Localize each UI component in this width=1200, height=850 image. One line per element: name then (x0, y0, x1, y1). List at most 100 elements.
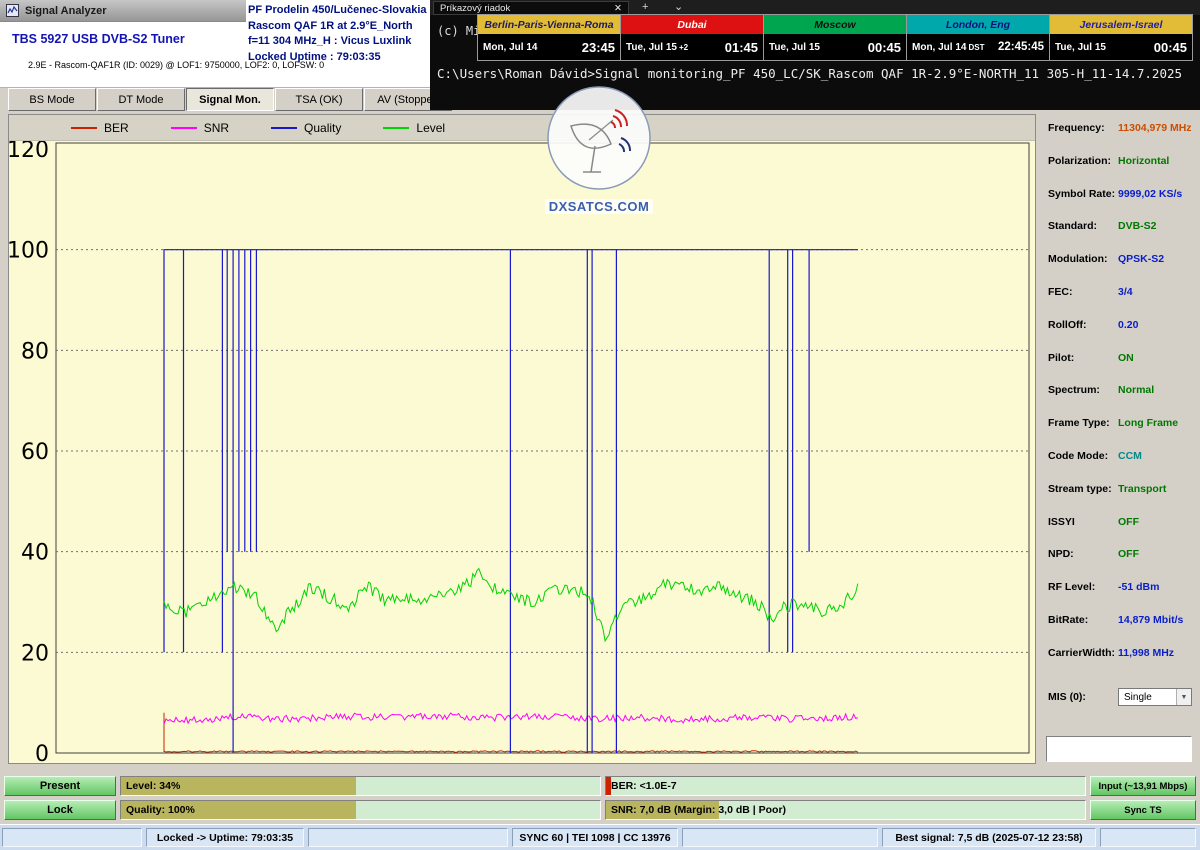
mis-row: MIS (0): Single ▼ (1048, 688, 1192, 706)
new-tab-icon[interactable]: + (642, 0, 648, 15)
footer-best-signal: Best signal: 7,5 dB (2025-07-12 23:58) (882, 828, 1096, 847)
param-row-issyi: ISSYIOFF (1040, 516, 1198, 549)
console-command-line[interactable]: C:\Users\Roman Dávid>Signal monitoring_P… (437, 66, 1182, 81)
clock-time: 01:45 (725, 40, 758, 55)
legend-label: Level (416, 121, 445, 135)
param-label: BitRate: (1048, 614, 1118, 647)
tab-signal-mon[interactable]: Signal Mon. (186, 88, 274, 111)
param-row-stream-type: Stream type:Transport (1040, 483, 1198, 516)
param-value: OFF (1118, 548, 1139, 581)
clock-london-eng: London, EngMon, Jul 14DST22:45:45 (906, 14, 1050, 61)
param-label: CarrierWidth: (1048, 647, 1118, 680)
mis-select[interactable]: Single ▼ (1118, 688, 1192, 706)
clock-date: Tue, Jul 15 (1055, 42, 1106, 53)
app-titlebar: Signal Analyzer (0, 0, 246, 22)
app-icon (6, 4, 19, 17)
tab-tsa-ok[interactable]: TSA (OK) (275, 88, 363, 111)
tab-dt-mode[interactable]: DT Mode (97, 88, 185, 111)
clock-city: London, Eng (907, 15, 1049, 34)
svg-text:40: 40 (21, 541, 49, 566)
signal-chart: 020406080100120 (9, 141, 1035, 763)
param-value: 3/4 (1118, 286, 1133, 319)
clock-berlin-paris-vienna-roma: Berlin-Paris-Vienna-RomaMon, Jul 1423:45 (477, 14, 621, 61)
chevron-down-icon[interactable]: ⌄ (674, 0, 683, 15)
tuner-name: TBS 5927 USB DVB-S2 Tuner (12, 32, 185, 46)
param-row-standard: Standard:DVB-S2 (1040, 220, 1198, 253)
level-label: Level: 34% (126, 780, 180, 792)
legend-item-ber: BER (71, 121, 129, 135)
mis-label: MIS (0): (1048, 691, 1118, 703)
clock-time: 00:45 (1154, 40, 1187, 55)
clock-body: Mon, Jul 1423:45 (478, 34, 620, 60)
param-row-modulation: Modulation:QPSK-S2 (1040, 253, 1198, 286)
param-value: DVB-S2 (1118, 220, 1157, 253)
footer-empty-cell (1100, 828, 1196, 847)
param-label: RollOff: (1048, 319, 1118, 352)
chart-legend: BERSNRQualityLevel (9, 115, 1035, 141)
param-value: Transport (1118, 483, 1166, 516)
footer-empty-cell (308, 828, 508, 847)
clock-city: Jerusalem-Israel (1050, 15, 1192, 34)
clock-body: Tue, Jul 15+2 01:45 (621, 34, 763, 60)
param-row-rolloff: RollOff:0.20 (1040, 319, 1198, 352)
clock-city: Dubai (621, 15, 763, 34)
clock-badge: +2 (679, 43, 688, 52)
clock-time: 22:45:45 (998, 41, 1044, 53)
param-row-code-mode: Code Mode:CCM (1040, 450, 1198, 483)
clock-moscow: MoscowTue, Jul 1500:45 (763, 14, 907, 61)
console-partial-text: (c) Mi (437, 24, 480, 38)
param-value: OFF (1118, 516, 1139, 549)
footer-statusbar: Locked -> Uptime: 79:03:35 SYNC 60 | TEI… (0, 824, 1200, 850)
signal-chart-panel: BERSNRQualityLevel 020406080100120 (8, 114, 1036, 764)
site-info-line2: Rascom QAF 1R at 2.9°E_North (248, 19, 427, 35)
parameter-panel: Frequency:11304,979 MHzPolarization:Hori… (1040, 114, 1198, 764)
param-row-fec: FEC:3/4 (1040, 286, 1198, 319)
param-label: Symbol Rate: (1048, 188, 1118, 221)
param-label: Polarization: (1048, 155, 1118, 188)
empty-listbox[interactable] (1046, 736, 1192, 762)
close-icon[interactable]: ✕ (614, 3, 622, 14)
param-value: ON (1118, 352, 1134, 385)
sync-ts-indicator: Sync TS (1090, 800, 1196, 820)
site-info: PF Prodelin 450/Lučenec-Slovakia Rascom … (248, 3, 427, 65)
param-value: Long Frame (1118, 417, 1178, 450)
legend-swatch (383, 127, 409, 129)
param-label: RF Level: (1048, 581, 1118, 614)
dxsatcs-logo-text: DXSATCS.COM (545, 199, 654, 214)
tab-bs-mode[interactable]: BS Mode (8, 88, 96, 111)
clock-date: Tue, Jul 15 (626, 42, 677, 53)
signal-analyzer-window: Signal Analyzer TBS 5927 USB DVB-S2 Tune… (0, 0, 1200, 850)
param-label: Code Mode: (1048, 450, 1118, 483)
snr-progressbar: SNR: 7,0 dB (Margin: 3,0 dB | Poor) (605, 800, 1086, 820)
param-value: QPSK-S2 (1118, 253, 1164, 286)
param-value: 11304,979 MHz (1118, 122, 1192, 155)
param-label: Standard: (1048, 220, 1118, 253)
param-value: -51 dBm (1118, 581, 1159, 614)
param-value: CCM (1118, 450, 1142, 483)
legend-item-quality: Quality (271, 121, 341, 135)
footer-sync-counters: SYNC 60 | TEI 1098 | CC 13976 (512, 828, 678, 847)
legend-label: BER (104, 121, 129, 135)
console-tab[interactable]: Príkazový riadok ✕ (433, 1, 629, 15)
svg-text:100: 100 (9, 239, 49, 264)
dropdown-arrow-icon[interactable]: ▼ (1176, 689, 1191, 705)
svg-text:20: 20 (21, 641, 49, 666)
param-value: Normal (1118, 384, 1154, 417)
snr-label: SNR: 7,0 dB (Margin: 3,0 dB | Poor) (611, 804, 786, 816)
clock-time: 23:45 (582, 40, 615, 55)
param-row-bitrate: BitRate:14,879 Mbit/s (1040, 614, 1198, 647)
param-label: Frame Type: (1048, 417, 1118, 450)
legend-swatch (71, 127, 97, 129)
present-indicator: Present (4, 776, 116, 796)
param-label: Pilot: (1048, 352, 1118, 385)
param-row-polarization: Polarization:Horizontal (1040, 155, 1198, 188)
param-label: ISSYI (1048, 516, 1118, 549)
ber-label: BER: <1.0E-7 (611, 780, 677, 792)
ber-progressbar: BER: <1.0E-7 (605, 776, 1086, 796)
param-label: NPD: (1048, 548, 1118, 581)
param-value: 11,998 MHz (1118, 647, 1174, 680)
param-row-frequency: Frequency:11304,979 MHz (1040, 122, 1198, 155)
param-label: Stream type: (1048, 483, 1118, 516)
parameter-rows: Frequency:11304,979 MHzPolarization:Hori… (1040, 122, 1198, 680)
clock-body: Tue, Jul 15 00:45 (1050, 34, 1192, 60)
